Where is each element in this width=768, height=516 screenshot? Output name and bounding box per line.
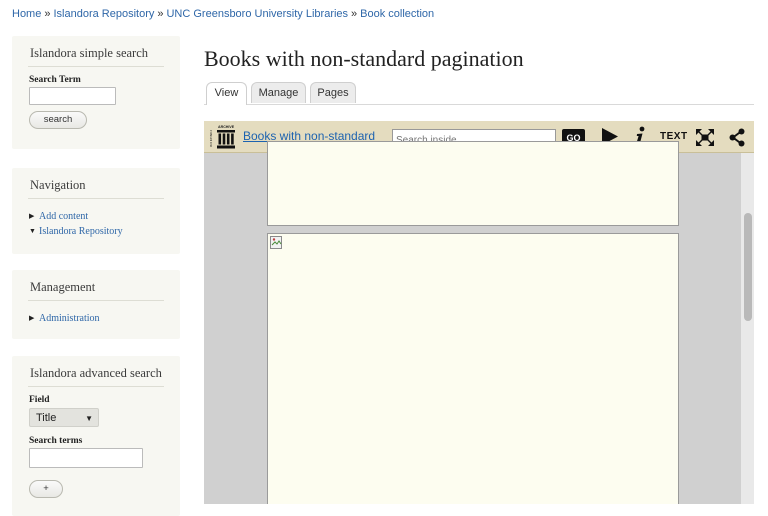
- svg-text:INTERNET: INTERNET: [210, 128, 213, 147]
- broken-image-icon: [270, 236, 282, 249]
- nav-item-label: Administration: [39, 313, 100, 324]
- search-button[interactable]: search: [29, 111, 87, 129]
- search-term-input[interactable]: [29, 87, 116, 105]
- nav-item-administration[interactable]: ▶ Administration: [29, 311, 180, 326]
- management-block: Management ▶ Administration: [12, 270, 180, 339]
- field-label: Field: [29, 395, 50, 405]
- fullscreen-icon[interactable]: [695, 127, 715, 148]
- arrow-right-icon: ▶: [29, 212, 35, 220]
- nav-item-label: Add content: [39, 211, 89, 222]
- share-icon[interactable]: [729, 127, 745, 148]
- search-terms-label: Search terms: [29, 436, 83, 446]
- management-menu: ▶ Administration: [12, 311, 180, 326]
- caret-down-icon: ▼: [85, 414, 93, 423]
- block-title: Navigation: [28, 168, 164, 199]
- breadcrumb: Home» Islandora Repository» UNC Greensboro…: [12, 8, 434, 20]
- block-title: Islandora simple search: [28, 36, 164, 67]
- nav-item-add-content[interactable]: ▶ Add content: [29, 209, 180, 224]
- breadcrumb-book-collection[interactable]: Book collection: [360, 8, 434, 20]
- block-title: Islandora advanced search: [28, 356, 164, 387]
- svg-text:ARCHIVE: ARCHIVE: [218, 125, 235, 129]
- viewer-scrollbar-thumb[interactable]: [744, 213, 752, 321]
- navigation-block: Navigation ▶ Add content ▼ Islandora Repos…: [12, 168, 180, 254]
- nav-item-label: Islandora Repository: [39, 226, 123, 237]
- arrow-right-icon: ▶: [29, 314, 35, 322]
- nav-item-islandora-repository[interactable]: ▼ Islandora Repository: [29, 224, 180, 239]
- tab-bar: View Manage Pages: [204, 82, 754, 105]
- simple-search-block: Islandora simple search Search Term sear…: [12, 36, 180, 149]
- archive-logo-icon[interactable]: INTERNET ARCHIVE: [209, 123, 236, 151]
- tab-view[interactable]: View: [206, 82, 247, 105]
- arrow-down-icon: ▼: [29, 227, 36, 235]
- navigation-menu: ▶ Add content ▼ Islandora Repository: [12, 209, 180, 239]
- book-reader[interactable]: INTERNET ARCHIVE Books with non-standard…: [204, 121, 754, 504]
- field-select[interactable]: Title ▼: [29, 408, 99, 427]
- book-page: [267, 233, 679, 504]
- search-terms-input[interactable]: [29, 448, 143, 468]
- tab-manage[interactable]: Manage: [251, 82, 306, 103]
- page-title: Books with non-standard pagination: [204, 46, 524, 71]
- advanced-search-block: Islandora advanced search Field Title ▼ …: [12, 356, 180, 516]
- viewer-scrollbar[interactable]: [741, 153, 754, 504]
- breadcrumb-separator: »: [351, 8, 358, 20]
- field-select-value: Title: [36, 412, 57, 424]
- tab-pages[interactable]: Pages: [310, 82, 356, 103]
- add-field-button[interactable]: +: [29, 480, 63, 498]
- book-page: [267, 141, 679, 226]
- breadcrumb-islandora-repository[interactable]: Islandora Repository: [53, 8, 154, 20]
- breadcrumb-separator: »: [157, 8, 164, 20]
- breadcrumb-separator: »: [44, 8, 51, 20]
- breadcrumb-unc-greensboro[interactable]: UNC Greensboro University Libraries: [166, 8, 348, 20]
- breadcrumb-home[interactable]: Home: [12, 8, 41, 20]
- block-title: Management: [28, 270, 164, 301]
- search-term-label: Search Term: [29, 75, 81, 85]
